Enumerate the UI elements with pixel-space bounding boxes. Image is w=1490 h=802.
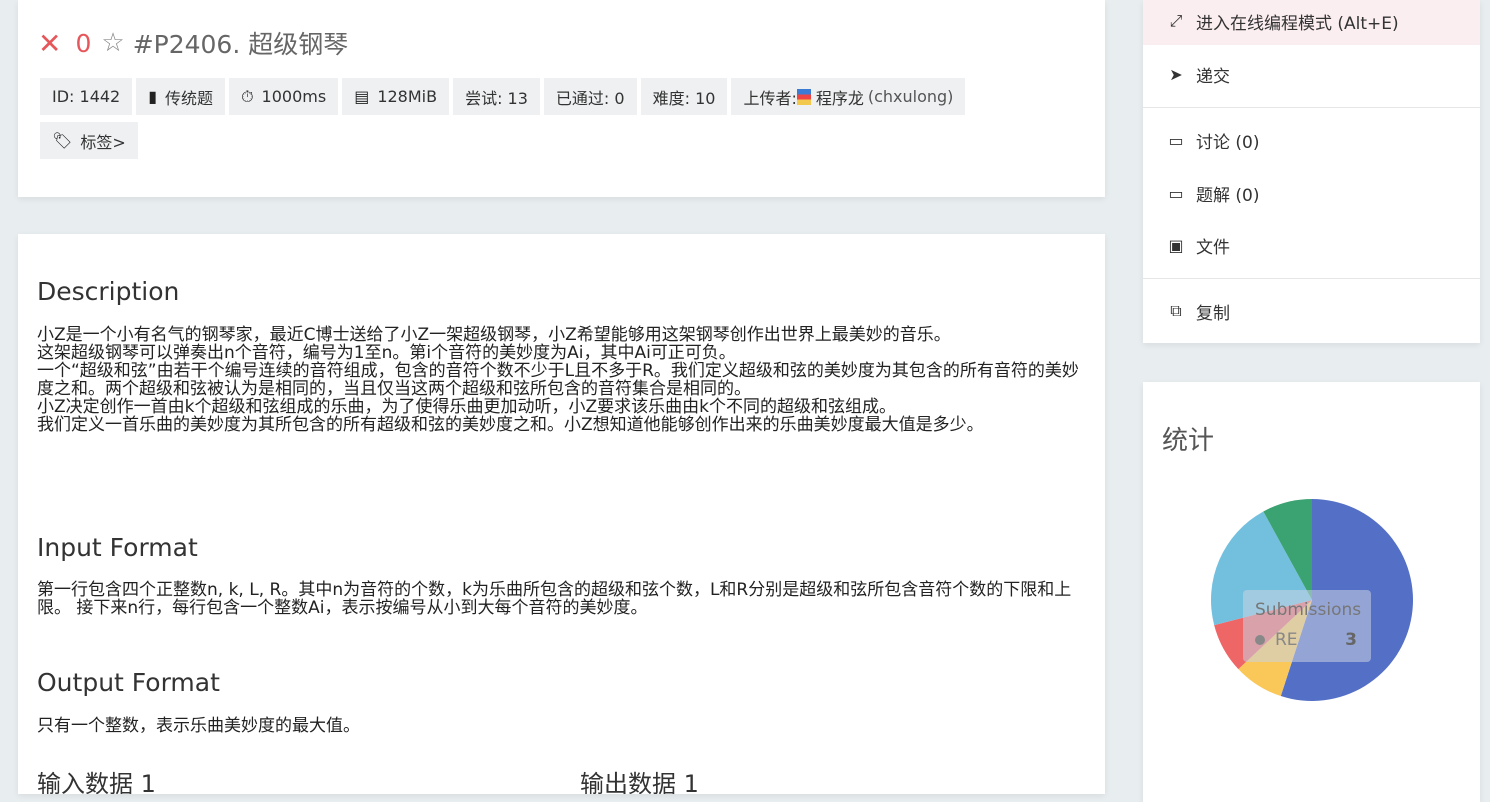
input-format-line: 第一行包含四个正整数n, k, L, R。其中n为音符的个数，k为乐曲所包含的超… — [37, 580, 1072, 618]
tag-passed-text: 已通过: 0 — [555, 88, 625, 108]
description-line: 小Z决定创作一首由k个超级和弦组成的乐曲，为了使得乐曲更加动听，小Z要求该乐曲由… — [37, 397, 896, 417]
description-text: 小Z是一个小有名气的钢琴家，最近C博士送给了小Z一架超级钢琴，小Z希望能够用这架… — [37, 326, 1082, 434]
problem-meta-tags: ID: 1442 ▮ 传统题 ⏱ 1000ms ▤ 128MiB 尝试: 13 已通过… — [40, 78, 966, 115]
sidebar-item-copy[interactable]: ⧉ 复制 — [1143, 287, 1480, 335]
uploader-name[interactable]: 程序龙 — [816, 85, 864, 109]
tag-labels-toggle[interactable]: 🏷 标签> — [40, 122, 138, 159]
problem-score: 0 — [75, 28, 92, 58]
description-heading: Description — [37, 277, 180, 306]
comment-icon: ▭ — [1168, 130, 1184, 150]
tag-id-text: ID: 1442 — [52, 87, 121, 106]
divider — [1143, 278, 1480, 279]
description-line: 这架超级钢琴可以弹奏出n个音符，编号为1至n。第i个音符的美妙度为Ai，其中Ai… — [37, 343, 736, 363]
output-format-line: 只有一个整数，表示乐曲美妙度的最大值。 — [37, 716, 360, 736]
stats-card: 统计 Submissions RE 3 — [1143, 382, 1480, 802]
description-line: 小Z是一个小有名气的钢琴家，最近C博士送给了小Z一架超级钢琴，小Z希望能够用这架… — [37, 325, 951, 345]
problem-header-card: ✕ 0 ☆ #P2406. 超级钢琴 ID: 1442 ▮ 传统题 ⏱ 1000ms… — [18, 0, 1105, 197]
memory-icon: ▤ — [354, 87, 370, 106]
close-icon: ✕ — [38, 26, 62, 60]
tag-id: ID: 1442 — [40, 78, 133, 115]
tag-difficulty-text: 难度: 10 — [652, 88, 716, 108]
sidebar-menu: ⤢ 进入在线编程模式 (Alt+E) ➤ 递交 ▭ 讨论 (0) ▭ 题解 (0… — [1143, 0, 1480, 343]
tag-tries: 尝试: 13 — [453, 78, 540, 115]
legend-dot — [1255, 635, 1265, 645]
sidebar-item-label: 文件 — [1196, 237, 1230, 258]
sidebar-item-label: 讨论 (0) — [1196, 132, 1260, 153]
submissions-pie-chart[interactable] — [1143, 382, 1480, 775]
chart-tooltip: Submissions RE 3 — [1243, 590, 1371, 662]
sidebar-item-label: 复制 — [1196, 303, 1230, 324]
tag-tries-text: 尝试: 13 — [465, 88, 528, 108]
expand-icon: ⤢ — [1169, 11, 1183, 30]
problem-title: #P2406. 超级钢琴 — [132, 30, 349, 59]
output-format-heading: Output Format — [37, 668, 220, 697]
tooltip-title: Submissions — [1255, 600, 1362, 620]
divider — [1143, 107, 1480, 108]
tag-time: ⏱ 1000ms — [229, 78, 339, 115]
tag-labels-text: 标签> — [80, 132, 126, 152]
tag-uploader[interactable]: 上传者: 程序龙 (chxulong) — [731, 78, 966, 115]
sidebar-item-label: 题解 (0) — [1196, 185, 1260, 206]
problem-title-row: ✕ 0 ☆ #P2406. 超级钢琴 — [38, 26, 348, 60]
tag-type-text: 传统题 — [165, 88, 214, 108]
copy-icon: ⧉ — [1170, 301, 1182, 320]
file-image-icon: ▣ — [1168, 235, 1184, 255]
stopwatch-icon: ⏱ — [241, 86, 254, 106]
sidebar-item-submit[interactable]: ➤ 递交 — [1143, 50, 1480, 98]
description-line: 我们定义一首乐曲的美妙度为其所包含的所有超级和弦的美妙度之和。小Z想知道他能够创… — [37, 415, 984, 435]
tooltip-series: RE — [1255, 630, 1298, 650]
avatar — [796, 88, 811, 105]
star-icon[interactable]: ☆ — [101, 28, 124, 58]
tag-icon: 🏷 — [52, 131, 73, 150]
tag-memory-text: 128MiB — [377, 87, 438, 106]
tag-passed: 已通过: 0 — [543, 78, 637, 115]
problem-content-card: Description 小Z是一个小有名气的钢琴家，最近C博士送给了小Z一架超级… — [18, 234, 1105, 794]
tooltip-series-label: RE — [1275, 630, 1298, 650]
sidebar-item-solutions[interactable]: ▭ 题解 (0) — [1143, 169, 1480, 217]
tag-time-text: 1000ms — [261, 87, 327, 106]
sidebar-item-discussion[interactable]: ▭ 讨论 (0) — [1143, 116, 1480, 164]
output-format-text: 只有一个整数，表示乐曲美妙度的最大值。 — [37, 717, 1082, 735]
tooltip-value: 3 — [1345, 630, 1357, 650]
book-icon: ▮ — [148, 87, 158, 106]
sidebar-item-online-ide[interactable]: ⤢ 进入在线编程模式 (Alt+E) — [1143, 0, 1480, 45]
sample-input-heading: 输入数据 1 — [37, 770, 156, 794]
sidebar-item-label: 进入在线编程模式 (Alt+E) — [1196, 13, 1399, 34]
tag-memory: ▤ 128MiB — [342, 78, 450, 115]
sidebar-item-files[interactable]: ▣ 文件 — [1143, 221, 1480, 269]
sample-output-heading: 输出数据 1 — [580, 770, 699, 794]
tag-type: ▮ 传统题 — [136, 78, 226, 115]
comment-icon: ▭ — [1168, 183, 1184, 203]
send-icon: ➤ — [1169, 64, 1183, 84]
uploader-handle: (chxulong) — [867, 87, 954, 106]
sidebar-item-label: 递交 — [1196, 66, 1230, 87]
tag-difficulty: 难度: 10 — [640, 78, 728, 115]
input-format-text: 第一行包含四个正整数n, k, L, R。其中n为音符的个数，k为乐曲所包含的超… — [37, 581, 1082, 617]
uploader-label: 上传者: — [743, 88, 797, 108]
input-format-heading: Input Format — [37, 533, 198, 562]
description-line: 一个“超级和弦”由若干个编号连续的音符组成，包含的音符个数不少于L且不多于R。我… — [37, 361, 1079, 399]
